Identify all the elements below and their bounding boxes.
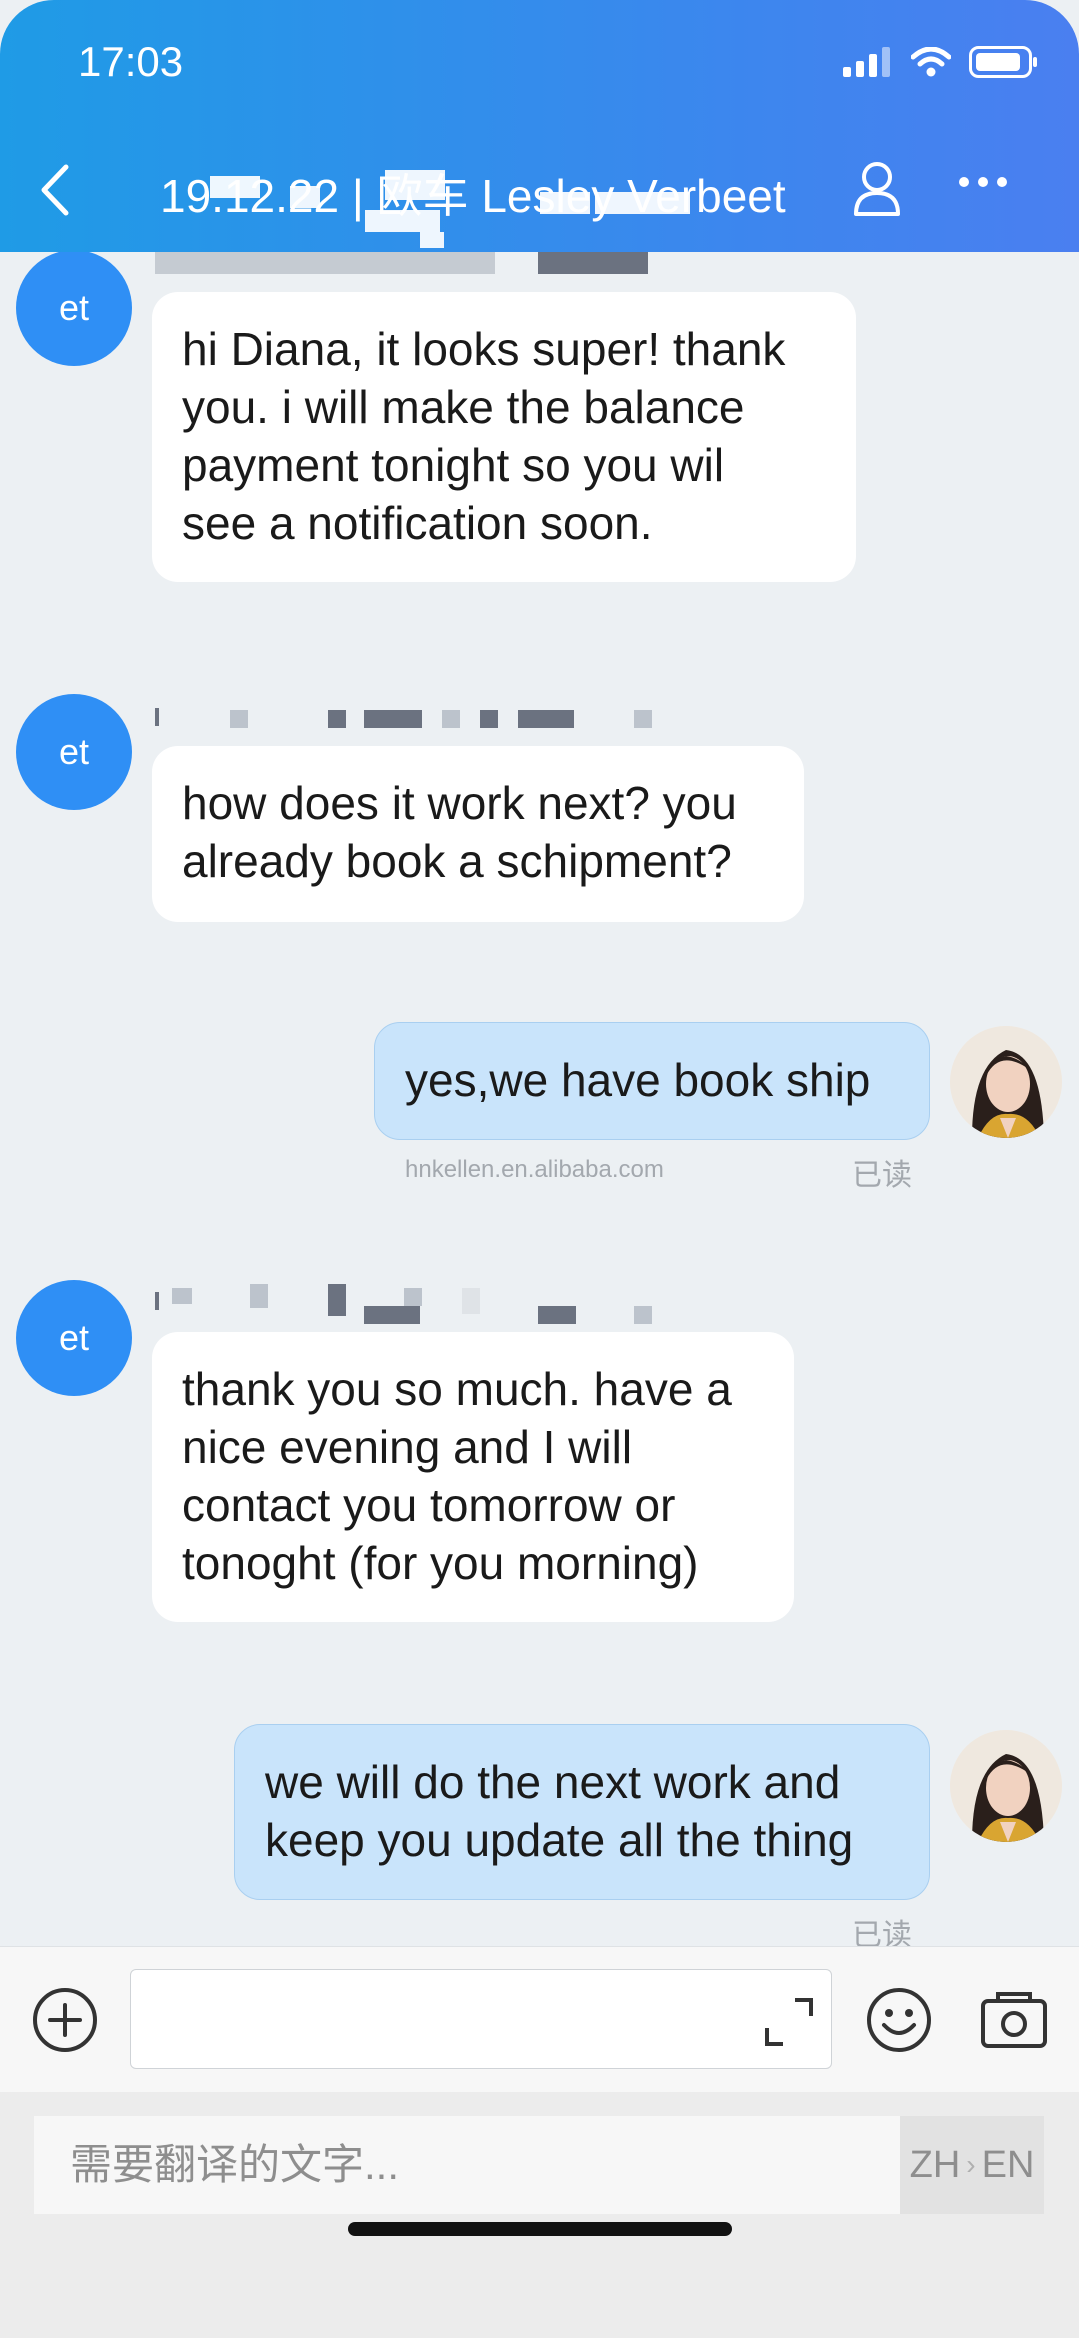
message-line: nice evening and I will (182, 1421, 633, 1473)
avatar[interactable]: et (16, 252, 132, 366)
redacted-meta (364, 710, 422, 728)
redacted-meta (480, 710, 498, 728)
message-input[interactable] (130, 1969, 832, 2069)
redacted-meta (328, 1284, 346, 1316)
redaction (420, 232, 444, 248)
redacted-meta (155, 252, 495, 274)
redacted-meta (634, 710, 652, 728)
expand-icon[interactable] (763, 1996, 815, 2048)
camera-icon[interactable] (980, 1991, 1048, 2049)
redacted-meta (404, 1288, 422, 1306)
sender-email: hnkellen.en.alibaba.com (405, 1156, 664, 1183)
profile-photo-icon (950, 1026, 1062, 1138)
message-line: tonoght (for you morning) (182, 1537, 699, 1589)
target-language: EN (981, 2143, 1035, 2186)
add-attachment-icon[interactable] (32, 1987, 98, 2053)
redacted-meta (230, 710, 248, 728)
redaction (210, 176, 260, 198)
redacted-meta (538, 1306, 576, 1324)
message-bubble-outgoing[interactable]: we will do the next work and keep you up… (234, 1724, 930, 1900)
profile-photo-icon (950, 1730, 1062, 1842)
redaction (290, 186, 320, 208)
status-time: 17:03 (78, 38, 184, 85)
emoji-icon[interactable] (866, 1987, 932, 2053)
status-icons (843, 46, 1039, 78)
message-line: already book a schipment? (182, 835, 732, 887)
avatar[interactable]: et (16, 1280, 132, 1396)
redacted-meta (462, 1288, 480, 1314)
read-status: 已读 (852, 1919, 912, 1946)
chat-header: 17:03 19.12.22 | 欧车 Lesley Verbeet (0, 0, 1079, 252)
redacted-meta (155, 1292, 159, 1310)
message-line: how does it work next? you (182, 777, 737, 829)
message-line: hi Diana, it looks super! thank (182, 323, 786, 375)
redaction (595, 192, 690, 214)
redacted-meta (155, 708, 159, 726)
message-line: thank you so much. have a (182, 1363, 732, 1415)
wifi-icon (911, 47, 951, 77)
language-toggle[interactable]: ZH › EN (900, 2116, 1044, 2214)
redacted-meta (172, 1288, 192, 1304)
redacted-meta (634, 1306, 652, 1324)
redaction (385, 170, 445, 200)
redaction (540, 192, 590, 214)
translate-bar: 需要翻译的文字... ZH › EN (0, 2092, 1079, 2338)
avatar[interactable]: et (16, 694, 132, 810)
redacted-meta (518, 710, 574, 728)
chevron-right-icon: › (966, 2149, 976, 2180)
redaction (365, 210, 440, 232)
redacted-meta (364, 1306, 420, 1324)
home-indicator[interactable] (348, 2222, 732, 2236)
signal-icon (843, 47, 890, 77)
battery-icon (969, 46, 1037, 78)
redacted-meta (538, 252, 648, 274)
message-line: see a notification soon. (182, 497, 653, 549)
message-bubble-outgoing[interactable]: yes,we have book ship (374, 1022, 930, 1140)
message-input-bar (0, 1946, 1079, 2093)
message-line: we will do the next work and (265, 1756, 841, 1808)
my-avatar[interactable] (950, 1730, 1062, 1842)
redacted-meta (442, 710, 460, 728)
message-bubble-incoming[interactable]: thank you so much. have a nice evening a… (152, 1332, 794, 1622)
message-list[interactable]: et hi Diana, it looks super! thank you. … (0, 252, 1079, 1946)
source-language: ZH (909, 2143, 961, 2186)
my-avatar[interactable] (950, 1026, 1062, 1138)
redacted-meta (250, 1284, 268, 1308)
read-status: 已读 (852, 1159, 912, 1192)
redacted-meta (328, 710, 346, 728)
contact-profile-icon[interactable] (852, 160, 902, 216)
message-line: you. i will make the balance (182, 381, 745, 433)
more-options-icon[interactable] (958, 175, 1008, 189)
message-line: yes,we have book ship (405, 1054, 871, 1106)
back-icon[interactable] (36, 163, 72, 217)
message-line: payment tonight so you wil (182, 439, 725, 491)
translate-input[interactable]: 需要翻译的文字... (34, 2116, 900, 2214)
message-line: keep you update all the thing (265, 1814, 854, 1866)
message-line: contact you tomorrow or (182, 1479, 676, 1531)
message-bubble-incoming[interactable]: hi Diana, it looks super! thank you. i w… (152, 292, 856, 582)
message-bubble-incoming[interactable]: how does it work next? you already book … (152, 746, 804, 922)
